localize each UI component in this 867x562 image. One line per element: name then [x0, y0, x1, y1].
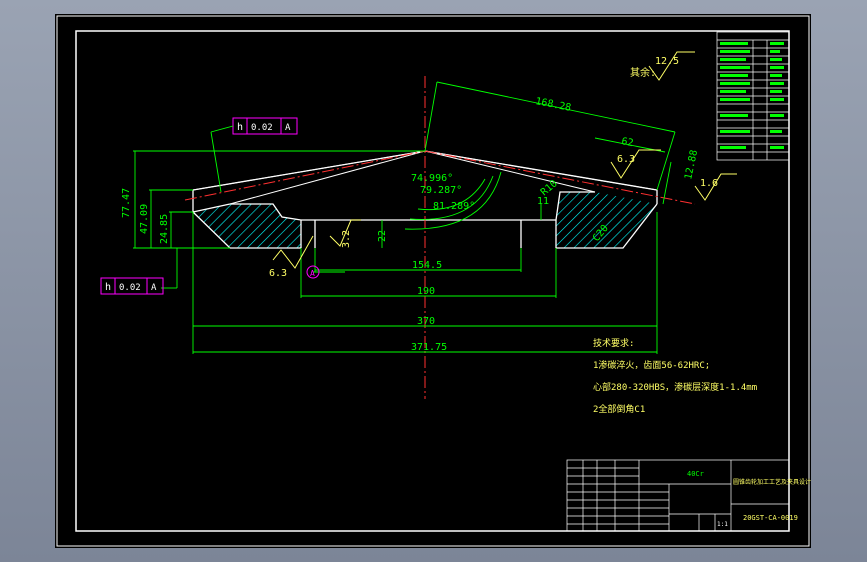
dim-370: 370	[417, 316, 435, 327]
tolerance-frame-bottom: h 0.02 A	[100, 277, 164, 295]
hatch-left	[193, 204, 301, 248]
tol-top-value: 0.02	[251, 123, 273, 133]
angle-3: 81.289°	[433, 201, 475, 212]
datum-label: A	[310, 269, 315, 278]
roughness-16: 1.6	[700, 178, 718, 189]
tol-top-symbol: h	[237, 122, 243, 133]
notes-line2: 心部280-320HBS，渗碳层深度1-1.4mm	[593, 381, 757, 393]
dim-4709: 47.09	[139, 204, 150, 234]
dim-7747: 77.47	[121, 188, 132, 218]
tol-bottom-datum: A	[151, 283, 157, 293]
roughness-125: 12.5	[655, 56, 679, 67]
dim-168: 168.28	[534, 96, 572, 114]
cad-viewport: 168.28 62 12.88 77.47 47.09 24.85 22 154…	[0, 0, 867, 562]
roughness-32: 3.2	[341, 230, 352, 248]
dim-37175: 371.75	[411, 342, 447, 353]
notes-line3: 2全部倒角C1	[593, 403, 645, 415]
tol-bottom-value: 0.02	[119, 283, 141, 293]
title-material: 40Cr	[687, 470, 704, 478]
drawing-sheet: 168.28 62 12.88 77.47 47.09 24.85 22 154…	[55, 14, 811, 548]
dim-1545: 154.5	[412, 260, 442, 271]
angle-1: 74.996°	[411, 173, 453, 184]
angle-2: 79.287°	[420, 185, 462, 196]
notes-title: 技术要求:	[593, 337, 634, 349]
roughness-rest-label: 其余:	[630, 66, 656, 79]
dim-1288: 12.88	[683, 149, 700, 181]
dim-11: 11	[537, 196, 549, 207]
dim-2485: 24.85	[159, 214, 170, 244]
dim-190: 190	[417, 286, 435, 297]
hatch-right	[556, 192, 657, 248]
tol-top-datum: A	[285, 123, 291, 133]
title-part-name: 圆锥齿轮加工工艺及夹具设计	[733, 478, 811, 486]
outer-frame	[56, 15, 810, 547]
title-drawing-no: 20GST-CA-0019	[743, 514, 798, 522]
dim-62: 62	[620, 136, 634, 149]
roughness-63-top: 6.3	[617, 154, 635, 165]
notes-line1: 1渗碳淬火，齿面56-62HRC;	[593, 359, 710, 371]
tolerance-frame-top: h 0.02 A	[232, 117, 298, 135]
roughness-63-left: 6.3	[269, 268, 287, 279]
dim-22: 22	[377, 230, 388, 242]
gear-table-cells	[720, 42, 784, 149]
title-scale: 1:1	[717, 521, 728, 528]
tol-bottom-symbol: h	[105, 282, 111, 293]
